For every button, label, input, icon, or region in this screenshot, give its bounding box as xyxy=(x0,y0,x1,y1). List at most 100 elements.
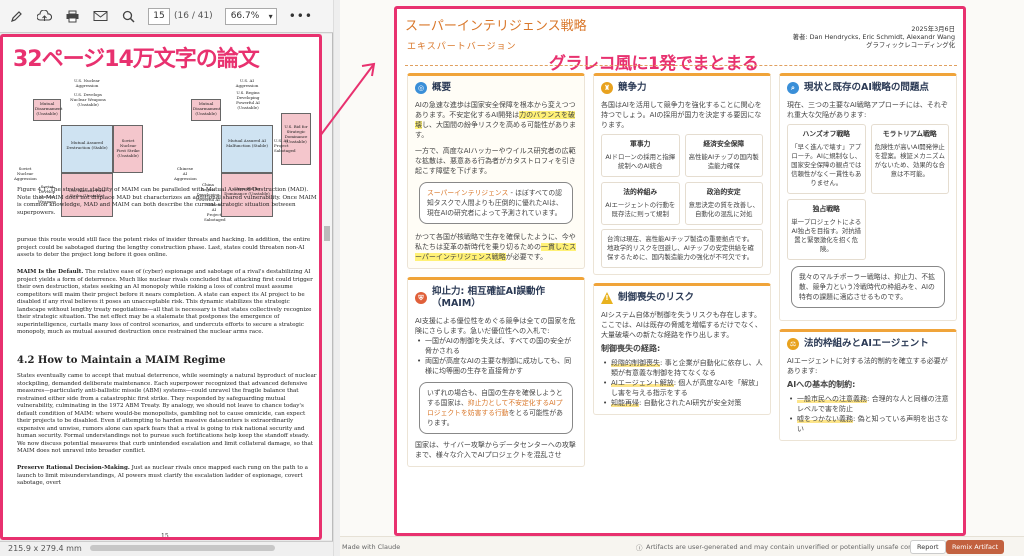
card-text: 国家は、サイバー攻撃からデータセンターへの攻撃まで、様々な介入でAIプロジェクト… xyxy=(415,441,576,459)
upload-icon[interactable] xyxy=(36,8,52,24)
mail-icon[interactable] xyxy=(92,8,108,24)
print-icon[interactable] xyxy=(64,8,80,24)
sub-card-title: 政治的安定 xyxy=(706,188,741,196)
card-title: 競争力 xyxy=(618,82,647,93)
card-text: AI支援による優位性をめぐる競争は全ての国家を危険にさらします。急いだ優位性への… xyxy=(415,317,576,335)
artifact-title: スーパーインテリジェンス戦略 xyxy=(405,19,587,34)
sub-card-text: 危険性が高いAI開発停止を提案。検証メカニズムがないため、効果的な合意は不可能。 xyxy=(874,143,945,178)
sub-card-text: 高性能AIチップの国内製造能力確保 xyxy=(688,153,759,170)
paragraph-lead: Preserve Rational Decision-Making. xyxy=(17,465,130,471)
fig-label: Mutual Assured AI Malfunction (Stable) xyxy=(221,125,273,173)
fig-label: Mutual Assured Destruction (Stable) xyxy=(61,125,113,173)
report-button[interactable]: Report xyxy=(910,540,946,554)
card-text: AIの急速な進歩は国家安全保障を根本から変えつつあります。不安定化するAI開発は… xyxy=(415,100,577,140)
card-heading: ! 制御喪失のリスク xyxy=(601,292,763,304)
term: 嘘をつかない義務 xyxy=(797,415,853,423)
artifact-footer: Made with Claude ⓘ Artifacts are user-ge… xyxy=(340,536,1024,556)
card-text: 一方で、高度なAIハッカーやウイルス研究者の広範な拡散は、悪意ある行為者がカタス… xyxy=(415,147,576,175)
sub-card-text: AIドローンの採用と指揮統制へのAI統合 xyxy=(605,153,676,170)
list-item: 一国がAIの制御を失えば、すべての国の安全が脅かされる xyxy=(415,336,577,356)
speech-bubble: スーパーインテリジェンス - ほぼすべての認知タスクで人間よりも圧倒的に優れたA… xyxy=(419,182,573,224)
card-title: 現状と既存のAI戦略の問題点 xyxy=(804,82,929,93)
sub-card-title: モラトリアム戦略 xyxy=(882,130,937,138)
arrow-annotation xyxy=(319,62,376,137)
meta-note: グラフィックレコーディング化 xyxy=(866,41,955,50)
shield-icon: ⛨ xyxy=(415,292,427,304)
pencil-icon[interactable] xyxy=(8,8,24,24)
card-heading: ◎ 概要 xyxy=(415,82,577,94)
divider-line xyxy=(405,65,957,66)
sub-card-text: 意思決定の質を改善し、自動化の混乱に対処 xyxy=(688,201,759,218)
sub-card: 経済安全保障 高性能AIチップの国内製造能力確保 xyxy=(684,134,763,177)
scrollbar-thumb[interactable] xyxy=(324,226,330,241)
paragraph-lead: MAIM Is the Default. xyxy=(17,269,84,275)
magnifier-icon: ⌕ xyxy=(787,82,799,94)
card-text: AIシステム自体が制御を失うリスクも存在します。ここでは、AIは既存の脅威を増幅… xyxy=(601,311,762,339)
card-heading: ⌕ 現状と既存のAI戦略の問題点 xyxy=(787,82,949,94)
note-box: 台湾は現在、高性能AIチップ製造の重要拠点です。地政学的リスクを回避し、AIチッ… xyxy=(601,229,763,268)
card-heading: ⛨ 抑止力: 相互確証AI誤動作（MAIM） xyxy=(415,286,577,310)
paragraph: States eventually came to accept that mu… xyxy=(17,373,317,454)
card-text: かつて各国が核戦略で生存を確保したように、今や私たちは変革の新時代を乗り切るため… xyxy=(415,232,577,262)
fig-label: U.S. Begins Developing Powerful AI (Unst… xyxy=(236,90,260,110)
card-heading: ♜ 競争力 xyxy=(601,82,763,94)
page-number: 15 xyxy=(161,533,169,540)
sub-card: ハンズオフ戦略「早く進んで壊す」アプローチ。AIに規制なし、国家安全保障の観点で… xyxy=(787,124,866,194)
term: 一般市民への注意義務 xyxy=(797,395,867,403)
made-with-label: Made with Claude xyxy=(342,542,401,551)
sub-card: 法的枠組み AIエージェントの行動を既存法に則って規制 xyxy=(601,182,680,225)
fig-label: Mutual Disarmament (Unstable) xyxy=(33,99,62,121)
speech-bubble: いずれの場合も、自国の生存を確保しようとする国家は、抑止力として不安定化するAI… xyxy=(419,382,573,434)
list-item: 一般市民への注意義務: 合理的な人と同様の注意レベルで害を防止 xyxy=(787,394,949,414)
sub-card-grid: ハンズオフ戦略「早く進んで壊す」アプローチ。AIに規制なし、国家安全保障の観点で… xyxy=(787,124,949,260)
card-deterrence: ⛨ 抑止力: 相互確証AI誤動作（MAIM） AI支援による優位性をめぐる競争は全… xyxy=(407,277,585,467)
sub-card-title: 独占戦略 xyxy=(812,205,840,213)
fig-label: Soviet Nuclear Aggression xyxy=(14,166,37,181)
list-item: 知能再帰: 自動化されたAI研究が安全対策 xyxy=(601,398,763,408)
card-text: 各国はAIを活用して競争力を強化することに関心を持つでしょう。AIの採用が国力を… xyxy=(601,101,762,129)
scales-icon: ⚖ xyxy=(787,338,799,350)
artifact-annotation-banner: グラレコ風に1発でまとまる xyxy=(549,54,759,74)
card-title: 概要 xyxy=(432,82,452,93)
text: が必要です。 xyxy=(505,253,548,261)
fig-label: U.S. AI Project Sabotaged xyxy=(274,138,296,153)
term: 知能再帰 xyxy=(611,399,639,407)
remix-artifact-button[interactable]: Remix Artifact xyxy=(946,540,1005,554)
sub-card: 政治的安定意思決定の質を改善し、自動化の混乱に対処 xyxy=(684,182,763,225)
artifact-subtitle: エキスパートバージョン xyxy=(407,42,517,52)
sub-card-title: 法的枠組み xyxy=(623,188,658,196)
card-current-strategies: ⌕ 現状と既存のAI戦略の問題点 現在、三つの主要なAI戦略アプローチには、それぞ… xyxy=(779,73,957,321)
sub-card-title: ハンズオフ戦略 xyxy=(802,130,850,138)
sub-card-text: AIエージェントの行動を既存法に則って規制 xyxy=(605,201,676,218)
horizontal-scrollbar[interactable] xyxy=(90,545,275,551)
column-2: ♜ 競争力 各国はAIを活用して競争力を強化することに関心を持つでしょう。AIの採… xyxy=(593,73,771,533)
zoom-select[interactable]: 66.7% xyxy=(224,7,277,25)
card-competitiveness: ♜ 競争力 各国はAIを活用して競争力を強化することに関心を持つでしょう。AIの採… xyxy=(593,73,771,275)
card-title: 制御喪失のリスク xyxy=(618,292,695,303)
list-item: AIエージェント解放: 個人が高度なAIを「解放」し害を与える指示をする xyxy=(601,378,763,398)
figure-caption: Figure 4.1: The strategic stability of M… xyxy=(17,187,317,216)
fig-label: Chinese AI Aggression xyxy=(174,166,197,181)
globe-icon: ◎ xyxy=(415,82,427,94)
warning-icon: ! xyxy=(601,292,613,304)
artifact-panel: スーパーインテリジェンス戦略 エキスパートバージョン 2025年3月6日 著者:… xyxy=(319,0,1024,556)
sub-card-grid: 軍事力 AIドローンの採用と指揮統制へのAI統合 経済安全保障 高性能AIチップの国… xyxy=(601,134,763,225)
term: AIエージェント解放 xyxy=(611,379,674,387)
sub-card-title: 軍事力 xyxy=(630,140,651,148)
page-number-input[interactable]: 15 xyxy=(148,7,170,25)
more-options-button[interactable]: ••• xyxy=(289,9,313,23)
card-title: 法的枠組みとAIエージェント xyxy=(804,338,929,349)
pdf-toolbar: 15 (16 / 41) 66.7% ••• xyxy=(0,0,333,33)
sub-heading: AIへの基本的制約: xyxy=(787,380,856,389)
fig-label: U.S. Nuclear Aggression xyxy=(74,78,100,88)
pdf-page: 32ページ14万文字の論文 U.S. Nuclear Aggression Mu… xyxy=(0,34,322,540)
sub-card-text: 「早く進んで壊す」アプローチ。AIに規制なし、国家安全保障の観点では信頼性がなく… xyxy=(791,143,862,187)
column-1: ◎ 概要 AIの急速な進歩は国家安全保障を根本から変えつつあります。不安定化するA… xyxy=(407,73,585,533)
pdf-annotation-banner: 32ページ14万文字の論文 xyxy=(13,47,260,72)
search-icon[interactable] xyxy=(120,8,136,24)
paragraph: MAIM Is the Default. The relative ease o… xyxy=(17,269,317,337)
card-heading: ⚖ 法的枠組みとAIエージェント xyxy=(787,338,949,350)
card-title: 抑止力: 相互確証AI誤動作（MAIM） xyxy=(432,286,545,309)
column-3: ⌕ 現状と既存のAI戦略の問題点 現在、三つの主要なAI戦略アプローチには、それぞ… xyxy=(779,73,957,533)
disclaimer: Artifacts are user-generated and may con… xyxy=(646,542,928,551)
